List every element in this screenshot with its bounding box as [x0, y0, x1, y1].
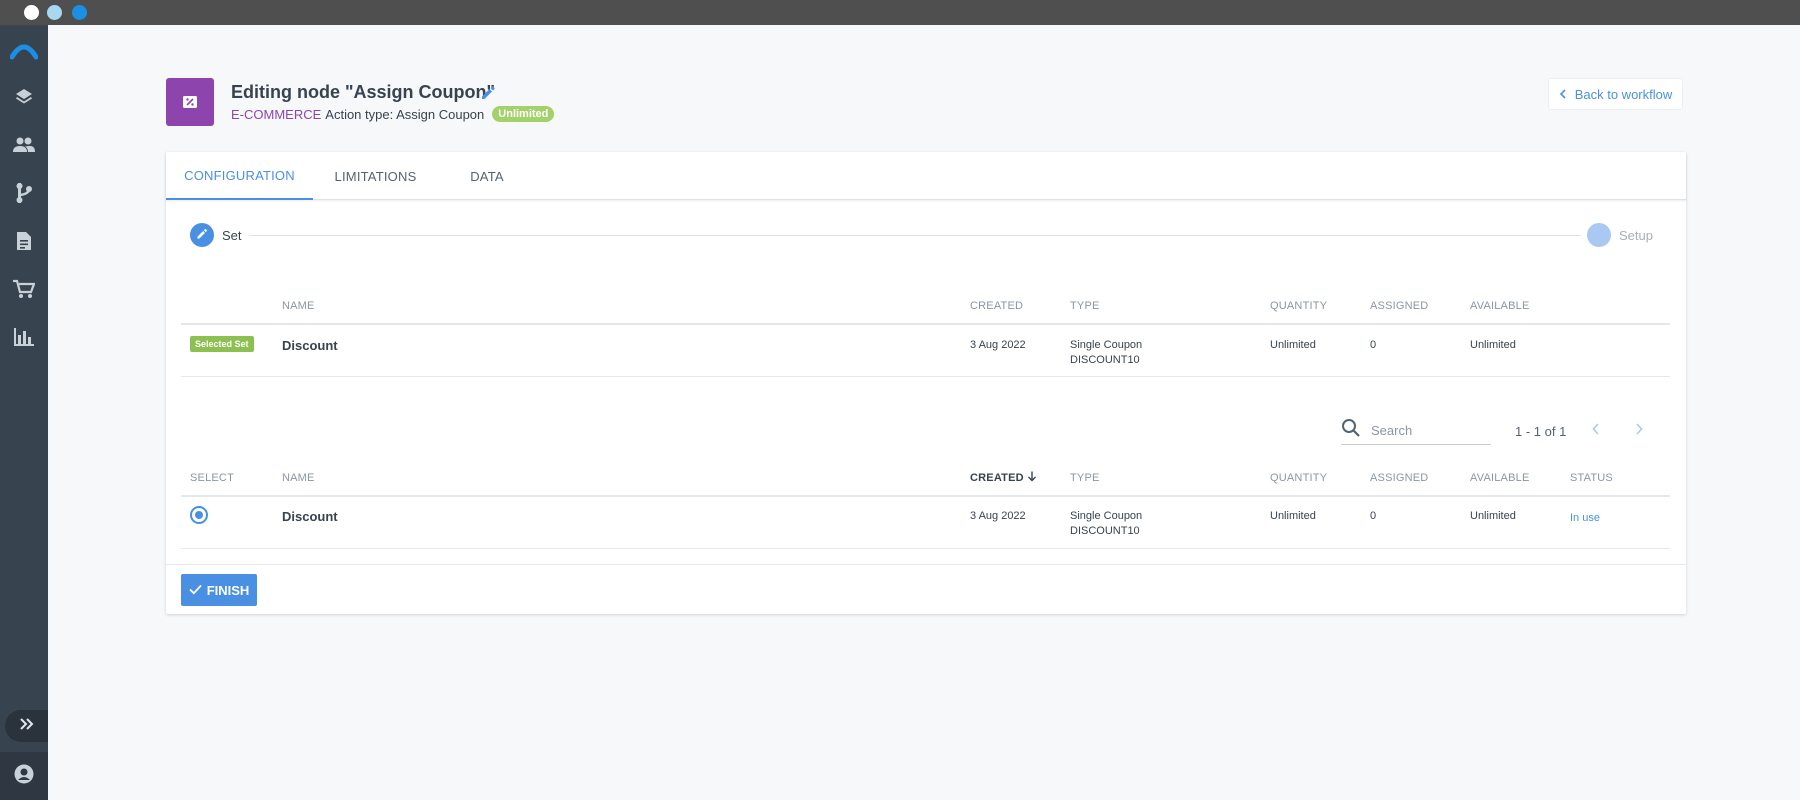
- list-row-assigned: 0: [1370, 510, 1377, 522]
- step-setup-label: Setup: [1619, 227, 1653, 243]
- list-header-created: CREATED: [970, 472, 1024, 484]
- window-maximize-dot[interactable]: [72, 5, 87, 20]
- pager-range: 1 - 1 of 1: [1515, 424, 1567, 439]
- selected-header-type: TYPE: [1070, 300, 1100, 312]
- tab-limitations[interactable]: LIMITATIONS: [313, 152, 438, 200]
- selected-header-quantity: QUANTITY: [1270, 300, 1328, 312]
- list-header-type[interactable]: TYPE: [1070, 472, 1100, 484]
- node-category: E-COMMERCE: [231, 106, 322, 122]
- chevron-left-icon: [1592, 422, 1600, 440]
- selected-row-quantity: Unlimited: [1270, 339, 1316, 351]
- list-row-available: Unlimited: [1470, 510, 1516, 522]
- list-header-select: SELECT: [190, 472, 234, 484]
- workflow-icon[interactable]: [10, 179, 38, 207]
- list-row-created: 3 Aug 2022: [970, 510, 1026, 522]
- card-footer-divider: [166, 564, 1686, 565]
- user-account-button[interactable]: [0, 752, 48, 800]
- list-row-status-link[interactable]: In use: [1570, 511, 1600, 526]
- selected-header-created: CREATED: [970, 300, 1024, 312]
- step-set-label: Set: [222, 227, 242, 243]
- list-row-type: Single Coupon: [1070, 510, 1143, 522]
- pager-next-button[interactable]: [1630, 422, 1648, 440]
- action-type: Action type: Assign Coupon: [325, 106, 485, 122]
- document-icon[interactable]: [10, 227, 38, 255]
- sidebar-expand-button[interactable]: [5, 710, 48, 742]
- step-setup-circle: [1587, 223, 1611, 247]
- list-header-available[interactable]: AVAILABLE: [1470, 472, 1529, 484]
- selected-row-created: 3 Aug 2022: [970, 339, 1026, 351]
- pencil-icon: [196, 228, 208, 243]
- window-minimize-dot[interactable]: [47, 5, 62, 20]
- bar-chart-icon[interactable]: [10, 323, 38, 351]
- cart-icon[interactable]: [10, 275, 38, 303]
- step-setup[interactable]: Setup: [1587, 223, 1653, 247]
- back-to-workflow-button[interactable]: Back to workflow: [1548, 78, 1683, 110]
- radio-checked-dot: [195, 511, 203, 519]
- tab-data[interactable]: DATA: [438, 152, 536, 200]
- row-select-radio[interactable]: [190, 506, 208, 524]
- page-title: Editing node "Assign Coupon": [231, 82, 496, 102]
- step-set[interactable]: Set: [190, 223, 242, 247]
- list-row-quantity: Unlimited: [1270, 510, 1316, 522]
- finish-label: FINISH: [206, 582, 250, 598]
- list-header-assigned[interactable]: ASSIGNED: [1370, 472, 1428, 484]
- edit-title-button[interactable]: [480, 85, 496, 101]
- search-field[interactable]: [1341, 417, 1491, 445]
- chevron-right-icon: [1635, 422, 1643, 440]
- node-subtitle: E-COMMERCE Action type: Assign Coupon Un…: [231, 106, 555, 122]
- finish-button[interactable]: FINISH: [181, 574, 257, 606]
- window-titlebar: [0, 0, 1800, 25]
- tab-configuration[interactable]: CONFIGURATION: [166, 152, 313, 200]
- list-header-quantity[interactable]: QUANTITY: [1270, 472, 1327, 484]
- arrow-down-icon: [1027, 471, 1037, 485]
- selected-row-name: Discount: [282, 338, 338, 353]
- selected-header-available: AVAILABLE: [1470, 300, 1530, 312]
- account-icon: [14, 764, 34, 789]
- tab-bar: CONFIGURATION LIMITATIONS DATA: [166, 152, 1686, 200]
- step-set-circle: [190, 223, 214, 247]
- list-header-divider: [181, 495, 1670, 497]
- selected-row-available: Unlimited: [1470, 339, 1516, 351]
- list-row-code: DISCOUNT10: [1070, 525, 1140, 537]
- list-header-status[interactable]: STATUS: [1570, 472, 1613, 484]
- selected-header-assigned: ASSIGNED: [1370, 300, 1429, 312]
- selected-row-divider: [181, 376, 1670, 377]
- search-icon: [1341, 418, 1361, 443]
- selected-set-badge: Selected Set: [190, 336, 254, 352]
- selected-row-assigned: 0: [1370, 339, 1377, 351]
- back-to-workflow-label: Back to workflow: [1574, 86, 1673, 102]
- layers-icon[interactable]: [10, 83, 38, 111]
- node-coupon-icon: [166, 78, 214, 126]
- chevron-left-icon: [1559, 87, 1567, 102]
- logo-icon[interactable]: [10, 37, 38, 65]
- list-header-created-sort[interactable]: CREATED: [970, 471, 1037, 485]
- unlimited-badge: Unlimited: [492, 106, 555, 122]
- node-config-card: CONFIGURATION LIMITATIONS DATA Set Setup…: [166, 152, 1686, 614]
- selected-row-type: Single Coupon: [1070, 339, 1143, 351]
- pager-prev-button[interactable]: [1587, 422, 1605, 440]
- people-icon[interactable]: [10, 131, 38, 159]
- check-icon: [189, 583, 202, 598]
- window-close-dot[interactable]: [24, 5, 39, 20]
- selected-header-divider: [181, 323, 1670, 325]
- list-row-divider: [181, 548, 1670, 549]
- stepper-line: [249, 235, 1581, 236]
- search-input[interactable]: [1371, 423, 1471, 438]
- pencil-icon: [480, 86, 496, 105]
- double-chevron-right-icon: [19, 717, 35, 736]
- list-header-name[interactable]: NAME: [282, 472, 315, 484]
- sidebar: [0, 25, 48, 800]
- list-row-name: Discount: [282, 509, 338, 524]
- selected-row-code: DISCOUNT10: [1070, 354, 1140, 366]
- selected-header-name: NAME: [282, 300, 315, 312]
